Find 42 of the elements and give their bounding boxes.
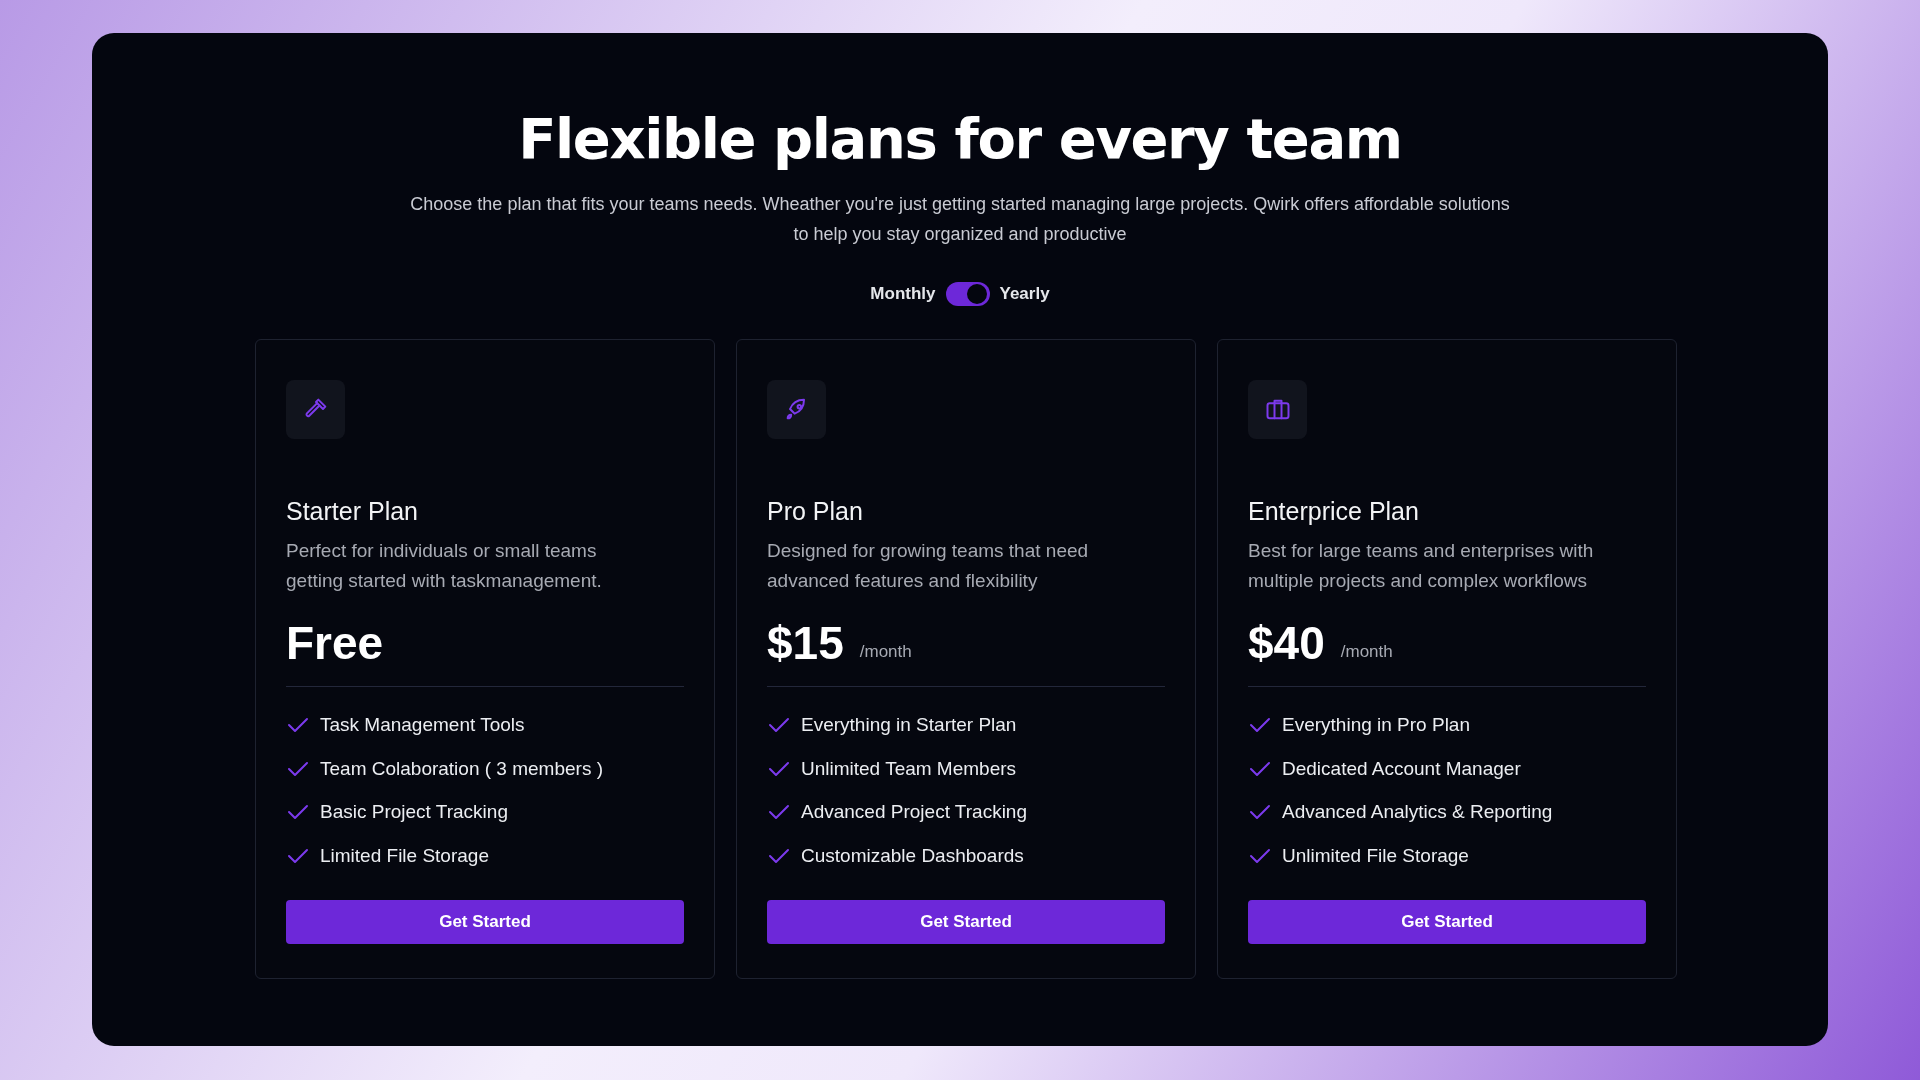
feature-text: Team Colaboration ( 3 members ) [320, 756, 603, 781]
check-icon [1248, 846, 1272, 865]
feature-text: Limited File Storage [320, 843, 489, 868]
check-icon [286, 759, 310, 778]
price-period: /month [859, 640, 912, 663]
feature-text: Task Management Tools [320, 713, 525, 737]
feature-text: Dedicated Account Manager [1282, 756, 1521, 781]
check-icon [1248, 716, 1272, 735]
plan-name: Starter Plan [286, 495, 419, 527]
feature-text: Advanced Project Tracking [801, 800, 1027, 824]
plan-price: Free [286, 620, 384, 666]
feature-text: Everything in Pro Plan [1282, 713, 1470, 737]
plan-description: Perfect for individuals or small teams getting started with taskmanagement. [286, 539, 603, 593]
check-icon [767, 846, 791, 865]
check-icon [1248, 759, 1272, 778]
check-icon [286, 846, 310, 865]
check-icon [286, 803, 310, 822]
billing-toggle[interactable] [945, 281, 990, 306]
plan-price: $15 [767, 620, 844, 666]
get-started-button[interactable]: Get Started [1248, 900, 1646, 944]
feature-text: Advanced Analytics & Reporting [1282, 800, 1553, 824]
check-icon [767, 759, 791, 778]
check-icon [286, 716, 310, 735]
get-started-button[interactable]: Get Started [767, 900, 1165, 944]
check-icon [767, 803, 791, 822]
feature-text: Customizable Dashboards [801, 843, 1024, 868]
feature-text: Unlimited Team Members [801, 756, 1017, 781]
feature-text: Unlimited File Storage [1282, 843, 1469, 868]
get-started-button[interactable]: Get Started [286, 900, 684, 944]
plan-description: Best for large teams and enterprises with multiple projects and complex workflows [1248, 539, 1595, 593]
price-period: /month [1340, 640, 1393, 663]
page-subtitle: Choose the plan that fits your teams needs. Wheather you're just getting started managing large projects. Qwirk offers affordable solutions to help you stay organized and productive [409, 193, 1511, 246]
monthly-label: Monthly [870, 283, 936, 305]
feature-text: Everything in Starter Plan [801, 713, 1017, 737]
check-icon [1248, 803, 1272, 822]
plan-name: Pro Plan [767, 495, 864, 527]
plan-name: Enterprice Plan [1248, 495, 1420, 527]
yearly-label: Yearly [999, 283, 1050, 305]
plan-description: Designed for growing teams that need advanced features and flexibility [767, 539, 1090, 593]
feature-text: Basic Project Tracking [320, 800, 508, 824]
check-icon [767, 716, 791, 735]
plan-price: $40 [1248, 620, 1325, 666]
